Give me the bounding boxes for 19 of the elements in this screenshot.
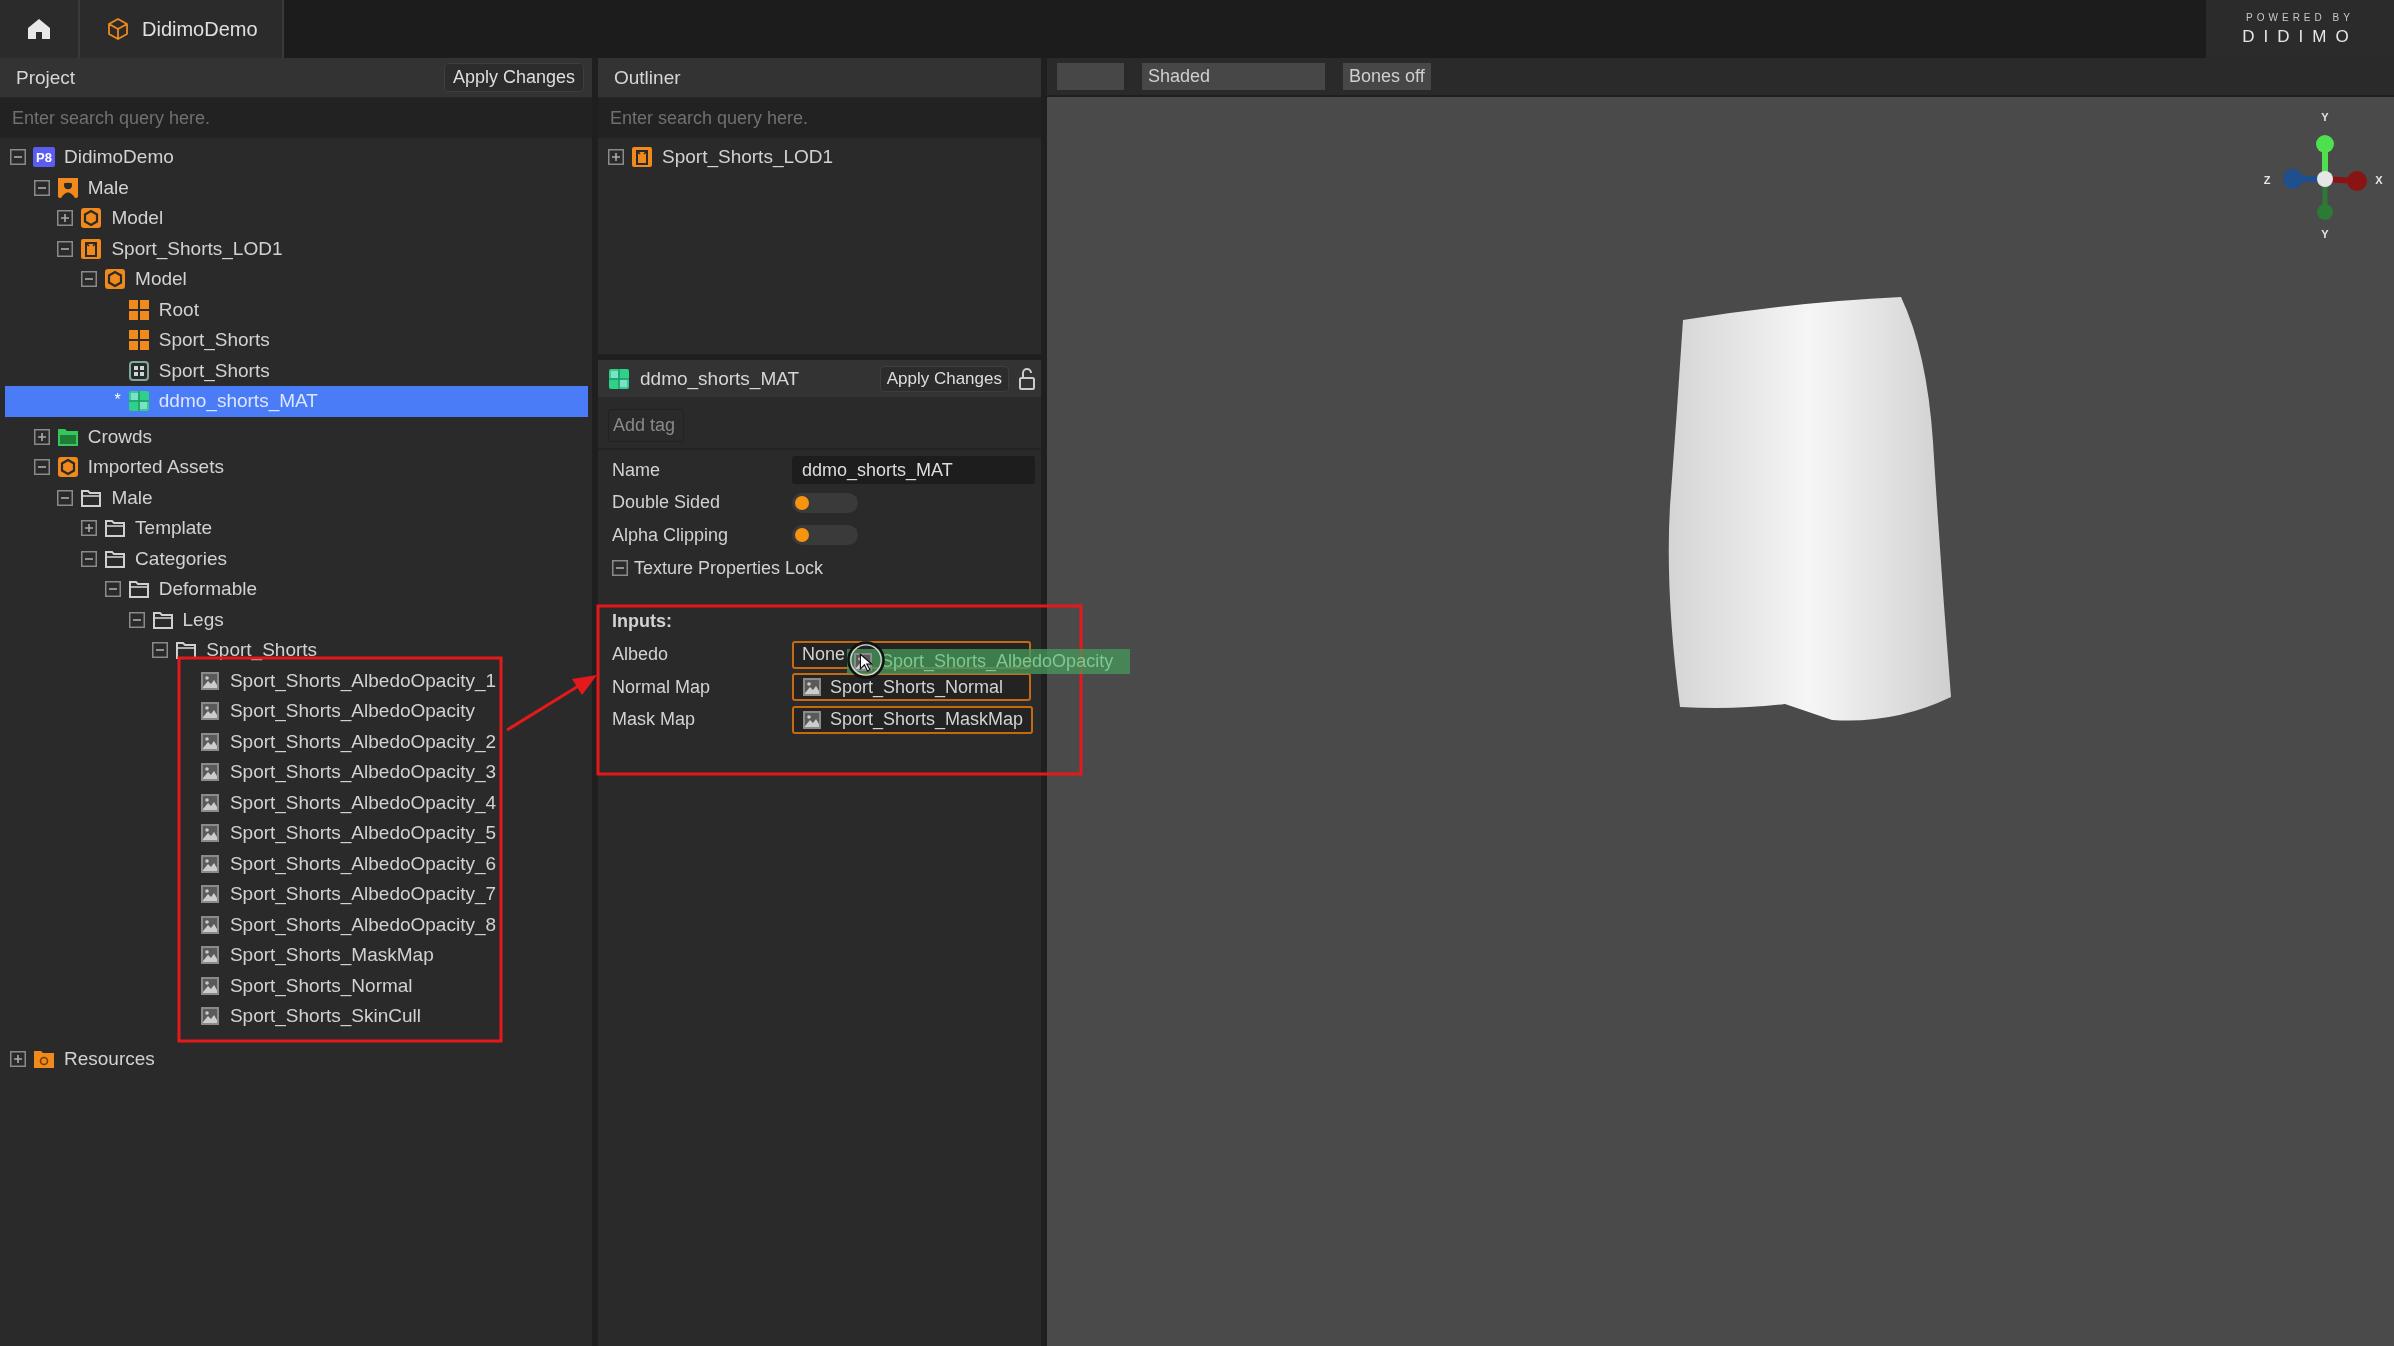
axis-label: Z [2262, 174, 2272, 186]
property-label: Mask Map [612, 709, 697, 731]
section-label: Texture Properties Lock [634, 557, 824, 579]
brand-caption: POWERED BY [2246, 11, 2354, 23]
project-badge-icon: P8 [33, 147, 55, 168]
brand-logo: DIDIMO [2242, 26, 2358, 47]
modified-marker: * [114, 392, 121, 409]
property-label: Alpha Clipping [612, 524, 730, 546]
property-label: Double Sided [612, 492, 722, 514]
property-label: Name [612, 459, 661, 481]
panel-title: Outliner [614, 66, 681, 89]
material-title: ddmo_shorts_MAT [640, 367, 801, 390]
axis-label: Y [2320, 111, 2330, 123]
inputs-heading: Inputs: [612, 610, 673, 633]
axis-label: Y [2320, 228, 2330, 240]
property-label: Normal Map [612, 676, 712, 698]
property-label: Albedo [612, 644, 670, 666]
axis-label: X [2374, 174, 2384, 186]
panel-title: Project [16, 66, 76, 89]
